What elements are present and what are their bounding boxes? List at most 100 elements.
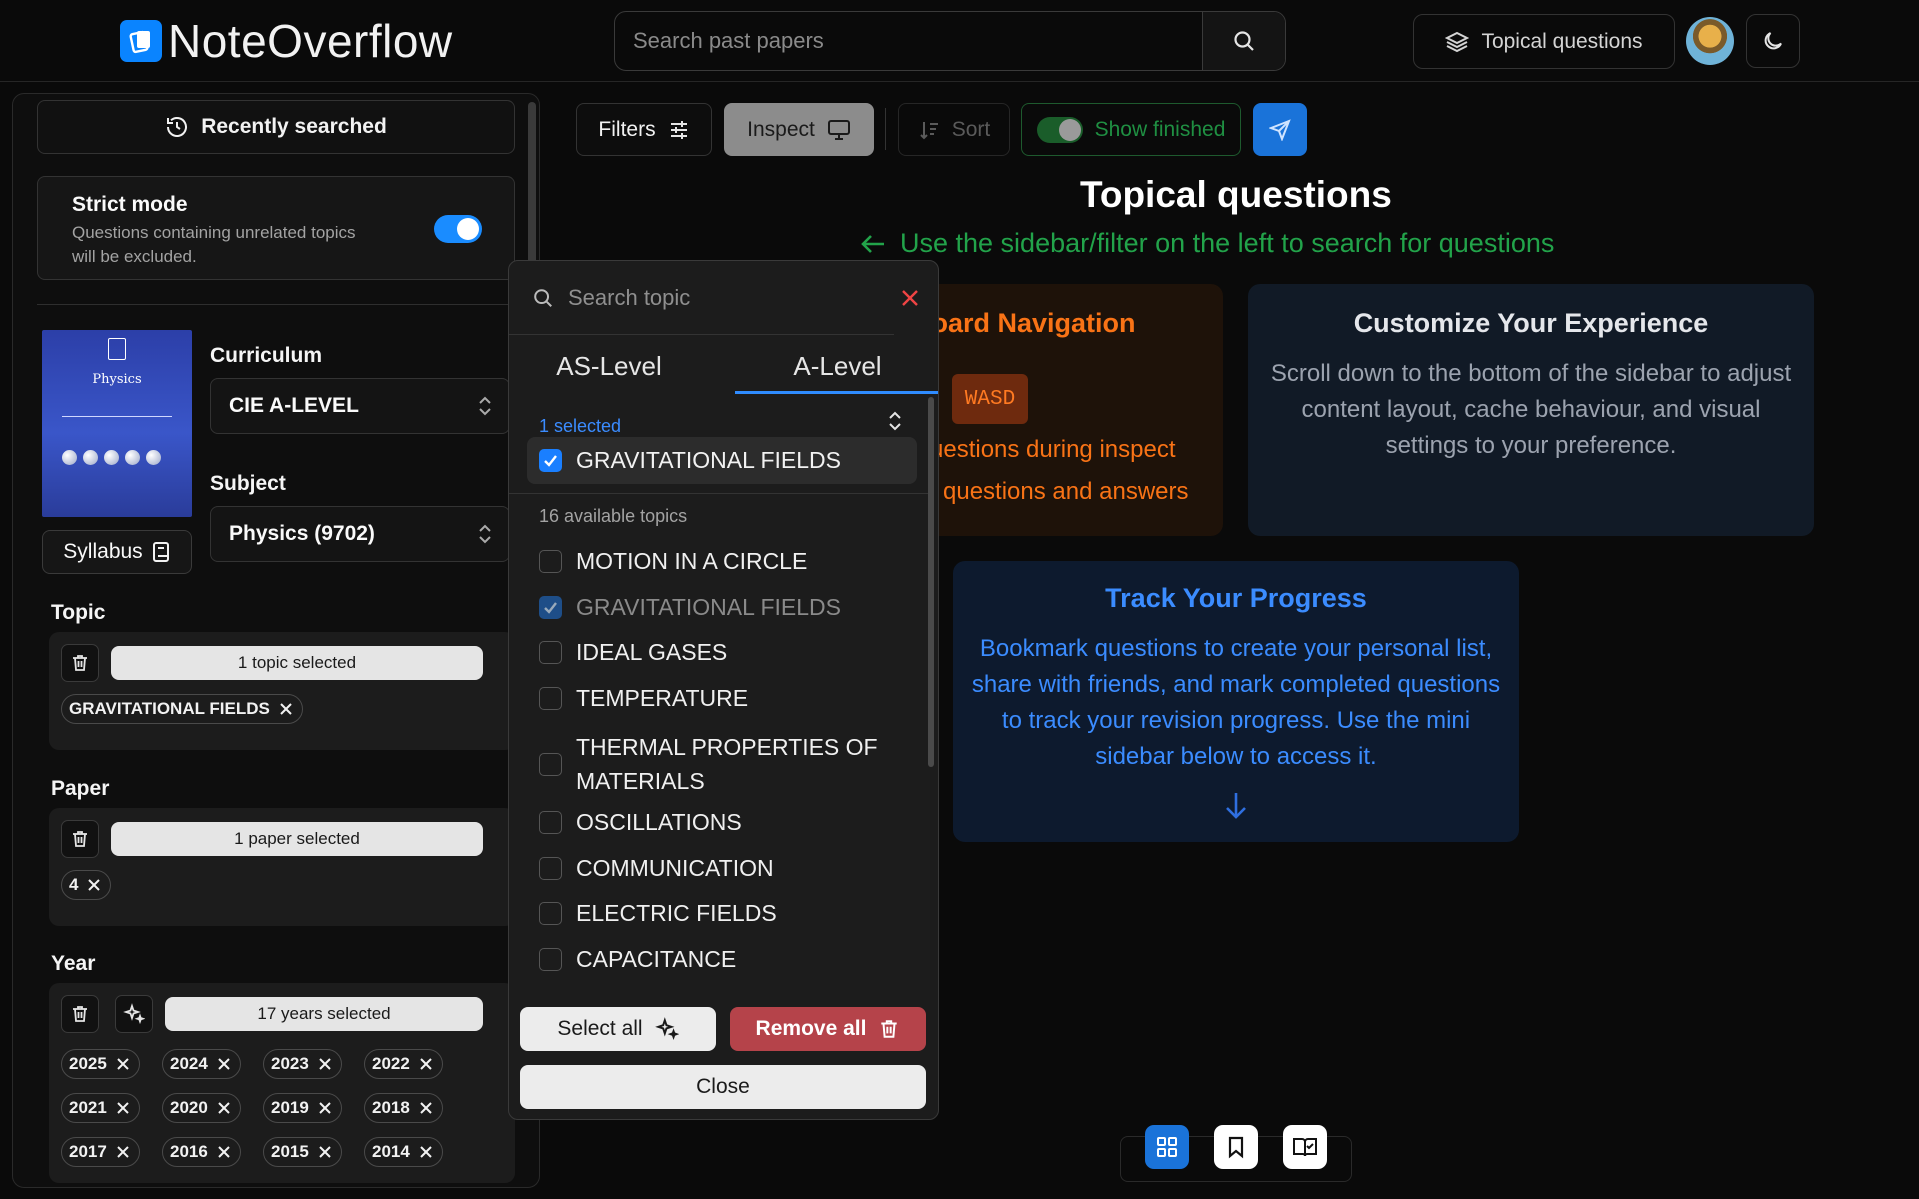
topic-option-label: TEMPERATURE [576,685,749,711]
close-icon[interactable] [216,1144,232,1160]
progress-card-title: Track Your Progress [1105,583,1367,613]
year-chip-label: 2019 [271,1098,309,1117]
close-icon[interactable] [115,1100,131,1116]
topic-option[interactable]: IDEAL GASES [539,639,727,666]
close-icon[interactable] [86,877,102,893]
year-chip-label: 2018 [372,1098,410,1117]
remove-all-button[interactable]: Remove all [730,1007,926,1051]
close-icon[interactable] [278,701,294,717]
close-icon[interactable] [418,1144,434,1160]
close-button[interactable]: Close [520,1065,926,1109]
close-icon[interactable] [418,1100,434,1116]
checkbox-checked[interactable] [539,596,562,619]
year-chip[interactable]: 2015 [263,1137,342,1167]
strict-mode-title: Strict mode [72,193,188,216]
topic-chip[interactable]: GRAVITATIONAL FIELDS [61,694,303,724]
sidebar-hint-text: Use the sidebar/filter on the left to se… [900,228,1555,258]
strict-mode-toggle[interactable] [434,215,482,243]
avatar[interactable] [1686,17,1734,65]
year-chip[interactable]: 2021 [61,1093,140,1123]
topic-option[interactable]: THERMAL PROPERTIES OF MATERIALS [539,730,896,798]
sort-button[interactable]: Sort [898,103,1010,156]
selected-topic-item[interactable]: GRAVITATIONAL FIELDS [527,437,917,484]
customize-card-title: Customize Your Experience [1353,308,1709,338]
selected-count[interactable]: 1 selected [539,416,621,437]
year-chip[interactable]: 2017 [61,1137,140,1167]
close-icon[interactable] [317,1100,333,1116]
checkbox[interactable] [539,857,562,880]
year-chip[interactable]: 2023 [263,1049,342,1079]
topic-option-label: MOTION IN A CIRCLE [576,548,808,574]
checkbox[interactable] [539,902,562,925]
chevrons-up-down-icon[interactable] [887,409,903,433]
clear-year-button[interactable] [61,995,99,1033]
trash-icon [73,655,87,671]
clear-topic-button[interactable] [61,644,99,682]
send-button[interactable] [1253,103,1307,156]
sparkles-icon [654,1017,679,1041]
search-input[interactable] [615,12,1202,70]
close-icon[interactable] [317,1144,333,1160]
close-icon[interactable] [115,1144,131,1160]
show-finished-toggle[interactable]: Show finished [1021,103,1241,156]
theme-toggle-button[interactable] [1746,14,1800,68]
curriculum-select[interactable]: CIE A-LEVEL [210,378,510,434]
syllabus-button[interactable]: Syllabus [42,530,192,574]
paper-filter-group: 1 paper selected 4 [49,808,515,926]
checkbox[interactable] [539,811,562,834]
filters-button[interactable]: Filters [576,103,712,156]
checkbox[interactable] [539,687,562,710]
close-icon[interactable] [317,1056,333,1072]
inspect-button[interactable]: Inspect [724,103,874,156]
paper-chip[interactable]: 4 [61,870,112,900]
topic-option[interactable]: CAPACITANCE [539,946,736,973]
search-button[interactable] [1202,12,1285,70]
topic-option[interactable]: MOTION IN A CIRCLE [539,548,807,575]
topic-option[interactable]: ELECTRIC FIELDS [539,900,777,927]
subject-select[interactable]: Physics (9702) [210,506,510,562]
year-chip[interactable]: 2018 [364,1093,443,1123]
select-all-years-button[interactable] [115,995,153,1033]
year-chip[interactable]: 2022 [364,1049,443,1079]
chevrons-up-down-icon [479,396,491,416]
close-icon[interactable] [901,289,919,307]
dropdown-scrollbar[interactable] [928,397,934,767]
clear-paper-button[interactable] [61,820,99,858]
year-chip[interactable]: 2016 [162,1137,241,1167]
close-icon[interactable] [418,1056,434,1072]
tab-as-level[interactable]: AS-Level [509,351,709,397]
year-chip[interactable]: 2024 [162,1049,241,1079]
close-icon[interactable] [216,1056,232,1072]
close-icon[interactable] [115,1056,131,1072]
wasd-key-badge: WASD [952,374,1028,424]
close-icon[interactable] [216,1100,232,1116]
year-chip[interactable]: 2020 [162,1093,241,1123]
search-icon [534,288,552,307]
paper-summary[interactable]: 1 paper selected [111,822,483,856]
year-chip-label: 2015 [271,1142,309,1161]
topic-option[interactable]: COMMUNICATION [539,855,774,882]
topic-option[interactable]: OSCILLATIONS [539,809,742,836]
checkbox[interactable] [539,550,562,573]
year-chip[interactable]: 2025 [61,1049,140,1079]
monitor-icon [827,119,850,140]
topical-questions-button[interactable]: Topical questions [1413,14,1675,69]
topic-option[interactable]: TEMPERATURE [539,685,748,712]
layout-grid-button[interactable] [1145,1125,1189,1169]
checkbox-checked[interactable] [539,449,562,472]
select-all-button[interactable]: Select all [520,1007,716,1051]
year-summary[interactable]: 17 years selected [165,997,483,1031]
topic-search-input[interactable] [568,284,888,311]
bookmarks-button[interactable] [1214,1125,1258,1169]
checkbox[interactable] [539,752,562,776]
recently-searched-button[interactable]: Recently searched [37,100,515,154]
year-chip[interactable]: 2014 [364,1137,443,1167]
checkbox[interactable] [539,641,562,664]
finished-questions-button[interactable] [1283,1125,1327,1169]
topic-option[interactable]: GRAVITATIONAL FIELDS [539,594,841,621]
year-chip[interactable]: 2019 [263,1093,342,1123]
topic-summary[interactable]: 1 topic selected [111,646,483,680]
logo[interactable]: NoteOverflow [120,18,453,64]
checkbox[interactable] [539,948,562,971]
show-finished-switch[interactable] [1036,116,1083,143]
